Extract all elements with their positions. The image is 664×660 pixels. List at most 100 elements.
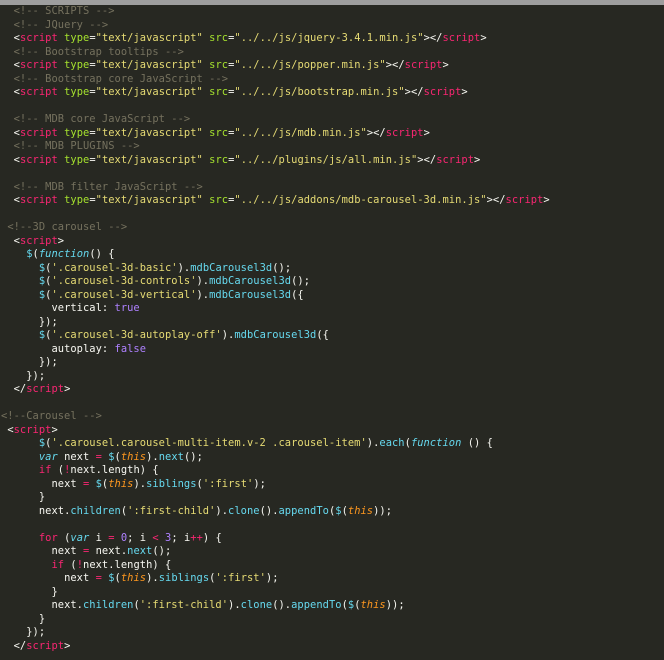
code-token: }: [38, 612, 46, 625]
code-token: >: [474, 153, 481, 166]
code-line: <script type="text/javascript" src="../.…: [1, 86, 468, 100]
code-token: ();: [152, 545, 172, 557]
code-token: ();: [291, 275, 311, 287]
code-token: '.carousel-3d-autoplay-off': [51, 329, 222, 341]
code-token: ();: [272, 261, 292, 274]
code-line: });: [1, 316, 58, 330]
code-token: var: [38, 450, 58, 463]
code-token: if: [51, 558, 65, 571]
code-token: this: [108, 477, 134, 490]
code-token: ':first-child': [127, 504, 216, 517]
code-token: type: [64, 194, 90, 206]
code-token: clone: [228, 504, 260, 517]
code-token: <!-- Bootstrap core JavaScript -->: [13, 72, 229, 85]
code-line: next.children(':first-child').clone().ap…: [1, 599, 405, 613]
code-line: if (!next.length) {: [1, 464, 159, 478]
code-token: mdbCarousel3d: [209, 288, 292, 301]
code-token: src: [209, 86, 229, 98]
code-line: next = $(this).siblings(':first');: [1, 478, 266, 492]
code-token: ).: [177, 261, 191, 274]
code-token: type: [64, 86, 90, 98]
code-line: <!--Carousel -->: [1, 410, 102, 424]
code-token: ));: [373, 504, 393, 517]
code-token: if: [38, 464, 52, 476]
code-line: <script type="text/javascript" src="../.…: [1, 153, 481, 168]
code-line: }: [1, 586, 58, 600]
code-token: ().: [259, 504, 279, 517]
code-token: () {: [461, 437, 493, 449]
code-token: ; i: [171, 531, 191, 544]
code-token: children: [70, 504, 121, 517]
code-token: <!--Carousel -->: [1, 410, 102, 422]
code-token: src: [209, 126, 229, 139]
code-token: "text/javascript": [95, 59, 203, 71]
code-token: ).: [366, 437, 380, 449]
code-token: >: [57, 234, 65, 247]
code-token: script: [404, 59, 443, 71]
code-token: false: [114, 342, 147, 355]
code-line: <script>: [1, 424, 58, 438]
code-token: src: [209, 194, 229, 206]
code-token: "text/javascript": [95, 126, 203, 139]
code-token: for: [38, 531, 58, 544]
code-token: });: [38, 356, 58, 368]
code-token: autoplay:: [51, 342, 115, 355]
code-token: next.: [38, 504, 71, 517]
code-token: (: [64, 558, 77, 571]
code-token: appendTo: [278, 504, 329, 517]
code-token: () {: [89, 248, 115, 260]
code-token: next.: [51, 599, 83, 611]
code-token: ; i: [127, 531, 153, 544]
code-token: script: [19, 234, 58, 247]
code-token: appendTo: [291, 599, 342, 611]
code-token: );: [253, 477, 266, 490]
code-line: next = next.next();: [1, 545, 171, 559]
code-token: >: [64, 383, 71, 395]
code-line: </script>: [1, 639, 71, 654]
code-token: script: [505, 194, 544, 206]
code-line: <!-- JQuery -->: [1, 19, 109, 33]
code-token: <!-- MDB PLUGINS -->: [13, 140, 140, 152]
code-token: >: [64, 639, 71, 652]
code-line: <script type="text/javascript" src="../.…: [1, 59, 449, 73]
code-token: script: [13, 423, 52, 436]
code-token: script: [19, 59, 58, 71]
code-token: src: [209, 153, 229, 166]
code-token: ':first': [215, 572, 266, 584]
code-line: <!-- MDB filter JavaScript -->: [1, 181, 203, 195]
code-line: <!-- MDB PLUGINS -->: [1, 140, 140, 154]
code-token: "text/javascript": [95, 32, 203, 44]
code-token: "text/javascript": [95, 153, 203, 166]
code-token: '.carousel-3d-controls': [51, 275, 197, 287]
code-line: <script>: [1, 235, 64, 249]
code-token: script: [423, 86, 462, 98]
code-editor[interactable]: <!-- SCRIPTS --> <!-- JQuery --> <script…: [0, 5, 664, 660]
code-token: next: [158, 450, 184, 463]
code-token: each: [379, 437, 405, 449]
code-line: <script type="text/javascript" src="../.…: [1, 127, 430, 141]
code-line: autoplay: false: [1, 343, 146, 357]
code-line: $('.carousel.carousel-multi-item.v-2 .ca…: [1, 437, 493, 451]
code-token: ));: [385, 599, 405, 611]
code-token: this: [120, 572, 147, 584]
code-token: "text/javascript": [95, 194, 203, 206]
code-token: script: [26, 383, 65, 395]
code-token: script: [19, 153, 58, 166]
code-token: });: [38, 315, 58, 328]
